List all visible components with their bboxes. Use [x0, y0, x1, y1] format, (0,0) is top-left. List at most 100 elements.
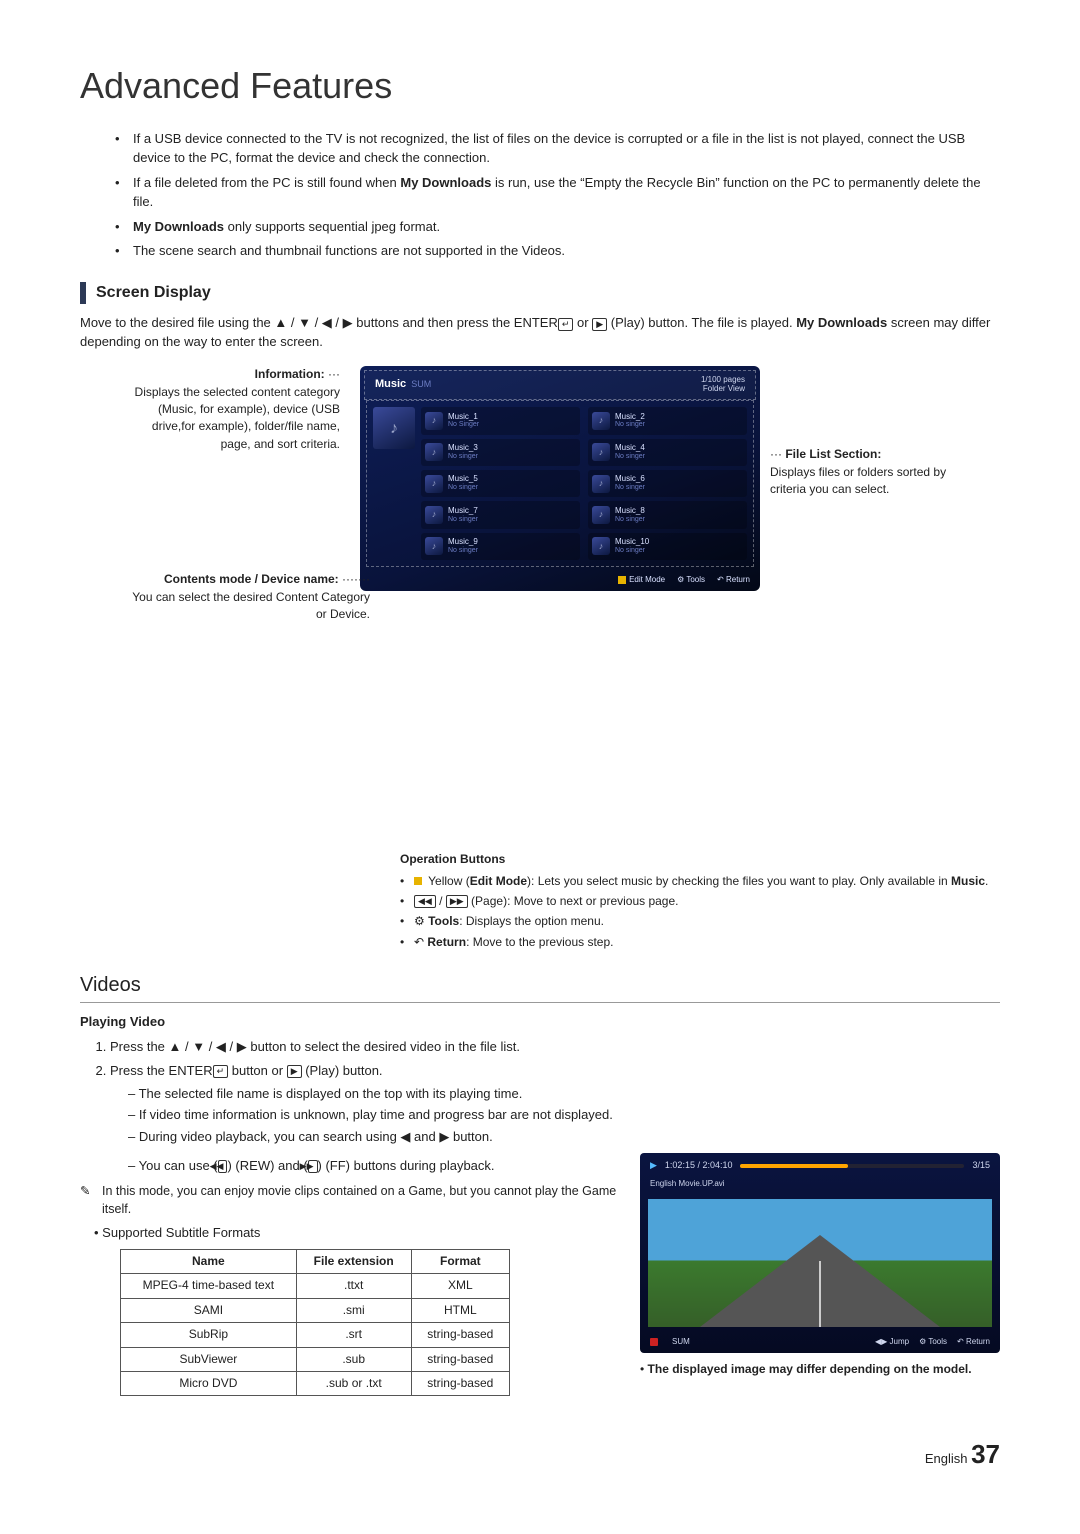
video-sum: SUM — [672, 1336, 690, 1348]
music-tile: ♪ Music_4No singer — [588, 439, 747, 466]
tile-title: Music_1 — [448, 413, 479, 422]
music-tile: ♪ Music_10No singer — [588, 533, 747, 560]
music-tile: ♪ Music_3No singer — [421, 439, 580, 466]
edit-mode-label: Edit Mode — [618, 574, 665, 586]
music-grid: ♪Music_1No Singer♪Music_2No singer♪Music… — [421, 407, 747, 560]
tile-title: Music_2 — [615, 413, 645, 422]
supported-subtitle-label: • Supported Subtitle Formats — [94, 1224, 620, 1243]
music-tile: ♪ Music_7No singer — [421, 501, 580, 528]
tile-title: Music_7 — [448, 507, 478, 516]
opbutton-page: ◀◀ / ▶▶ (Page): Move to next or previous… — [400, 893, 1000, 910]
tile-subtitle: No singer — [448, 547, 478, 555]
rew-icon: ◀◀ — [218, 1160, 228, 1173]
music-tile: ♪ Music_6No singer — [588, 470, 747, 497]
tile-title: Music_8 — [615, 507, 645, 516]
tools-label: ⚙ Tools — [919, 1336, 947, 1348]
note-icon: ♪ — [425, 412, 443, 430]
tile-subtitle: No singer — [615, 516, 645, 524]
note-icon: ♪ — [592, 475, 610, 493]
screen-display-heading: Screen Display — [80, 281, 1000, 304]
tile-subtitle: No singer — [615, 547, 649, 555]
tile-subtitle: No singer — [448, 453, 478, 461]
yellow-square-icon — [414, 877, 422, 885]
play-indicator-icon: ▶ — [650, 1159, 657, 1172]
table-row: MPEG-4 time-based text.ttxtXML — [121, 1274, 510, 1298]
player-title: Music — [375, 378, 406, 390]
sum-icon — [650, 1338, 658, 1346]
step-2-sublist-cont: – You can use (◀◀) (REW) and (▶▶) (FF) b… — [128, 1157, 620, 1176]
note-icon: ♪ — [425, 506, 443, 524]
game-note: In this mode, you can enjoy movie clips … — [80, 1182, 620, 1218]
th-ext: File extension — [296, 1250, 411, 1274]
th-name: Name — [121, 1250, 297, 1274]
th-format: Format — [411, 1250, 509, 1274]
tile-subtitle: No Singer — [448, 421, 479, 429]
music-tile: ♪ Music_5No singer — [421, 470, 580, 497]
tile-title: Music_3 — [448, 444, 478, 453]
tools-label: ⚙ Tools — [677, 574, 705, 586]
video-time: 1:02:15 / 2:04:10 — [665, 1159, 733, 1172]
table-row: SubRip.srtstring-based — [121, 1323, 510, 1347]
bullet-2: If a file deleted from the PC is still f… — [115, 174, 1000, 212]
note-icon: ♪ — [592, 443, 610, 461]
music-tile: ♪Music_9No singer — [421, 533, 580, 560]
step-2: Press the ENTER↵ button or ▶ (Play) butt… — [110, 1062, 1000, 1147]
callout-file-list: ··· File List Section: Displays files or… — [770, 446, 960, 498]
opbutton-return: ↶ Return: Move to the previous step. — [400, 934, 1000, 951]
playing-video-heading: Playing Video — [80, 1013, 1000, 1032]
return-label: ↶ Return — [957, 1336, 990, 1348]
image-disclaimer: The displayed image may differ depending… — [640, 1361, 1000, 1378]
yellow-square-icon — [618, 576, 626, 584]
music-tile: ♪ Music_1No Singer — [421, 407, 580, 434]
ff-icon: ▶▶ — [308, 1160, 318, 1173]
enter-icon: ↵ — [558, 318, 574, 331]
video-count: 3/15 — [972, 1159, 990, 1172]
table-row: SubViewer.substring-based — [121, 1347, 510, 1371]
page-title: Advanced Features — [80, 60, 1000, 112]
playing-video-steps: Press the ▲ / ▼ / ◀ / ▶ button to select… — [110, 1038, 1000, 1147]
player-pages: 1/100 pages Folder View — [701, 376, 745, 394]
tile-title: Music_6 — [615, 475, 645, 484]
rew-icon: ◀◀ — [414, 895, 436, 908]
screen-display-desc: Move to the desired file using the ▲ / ▼… — [80, 314, 1000, 352]
tile-title: Music_9 — [448, 538, 478, 547]
player-footer: Edit Mode ⚙ Tools ↶ Return — [360, 569, 760, 591]
play-icon: ▶ — [592, 318, 607, 331]
callout-information: Information: ··· Displays the selected c… — [120, 366, 340, 453]
callout-contents-mode: Contents mode / Device name: ······· You… — [120, 571, 370, 623]
enter-icon: ↵ — [213, 1065, 229, 1078]
player-topbar: Music SUM 1/100 pages Folder View — [364, 370, 756, 400]
tile-subtitle: No singer — [615, 421, 645, 429]
tile-subtitle: No singer — [448, 484, 478, 492]
step-1: Press the ▲ / ▼ / ◀ / ▶ button to select… — [110, 1038, 1000, 1057]
opbutton-tools: ⚙ Tools: Displays the option menu. — [400, 913, 1000, 930]
tile-subtitle: No singer — [615, 453, 645, 461]
note-icon: ♪ — [592, 537, 610, 555]
play-icon: ▶ — [287, 1065, 302, 1078]
player-sum: SUM — [411, 379, 431, 389]
music-tile: ♪ Music_8No singer — [588, 501, 747, 528]
note-icon: ♪ — [425, 443, 443, 461]
opbutton-yellow: Yellow (Edit Mode): Lets you select musi… — [400, 873, 1000, 890]
video-playback-mock: ▶ 1:02:15 / 2:04:10 3/15 English Movie.U… — [640, 1153, 1000, 1353]
note-icon: ♪ — [425, 475, 443, 493]
music-thumb-icon: ♪ — [373, 407, 415, 449]
tile-title: Music_5 — [448, 475, 478, 484]
return-label: ↶ Return — [717, 574, 750, 586]
note-icon: ♪ — [592, 506, 610, 524]
ff-icon: ▶▶ — [446, 895, 468, 908]
page-number: English 37 — [80, 1436, 1000, 1474]
heading-bar — [80, 282, 86, 304]
player-body: ♪ ♪Music_1No Singer♪Music_2No singer♪Mus… — [366, 400, 754, 567]
video-scene — [648, 1199, 992, 1327]
bullet-1: If a USB device connected to the TV is n… — [115, 130, 1000, 168]
note-icon: ♪ — [592, 412, 610, 430]
video-filename: English Movie.UP.avi — [640, 1178, 1000, 1194]
intro-bullets: If a USB device connected to the TV is n… — [115, 130, 1000, 261]
subtitle-formats-table: Name File extension Format MPEG-4 time-b… — [120, 1249, 510, 1396]
tile-title: Music_10 — [615, 538, 649, 547]
tile-subtitle: No singer — [615, 484, 645, 492]
tile-subtitle: No singer — [448, 516, 478, 524]
screen-diagram: Information: ··· Displays the selected c… — [80, 366, 1000, 831]
tile-title: Music_4 — [615, 444, 645, 453]
